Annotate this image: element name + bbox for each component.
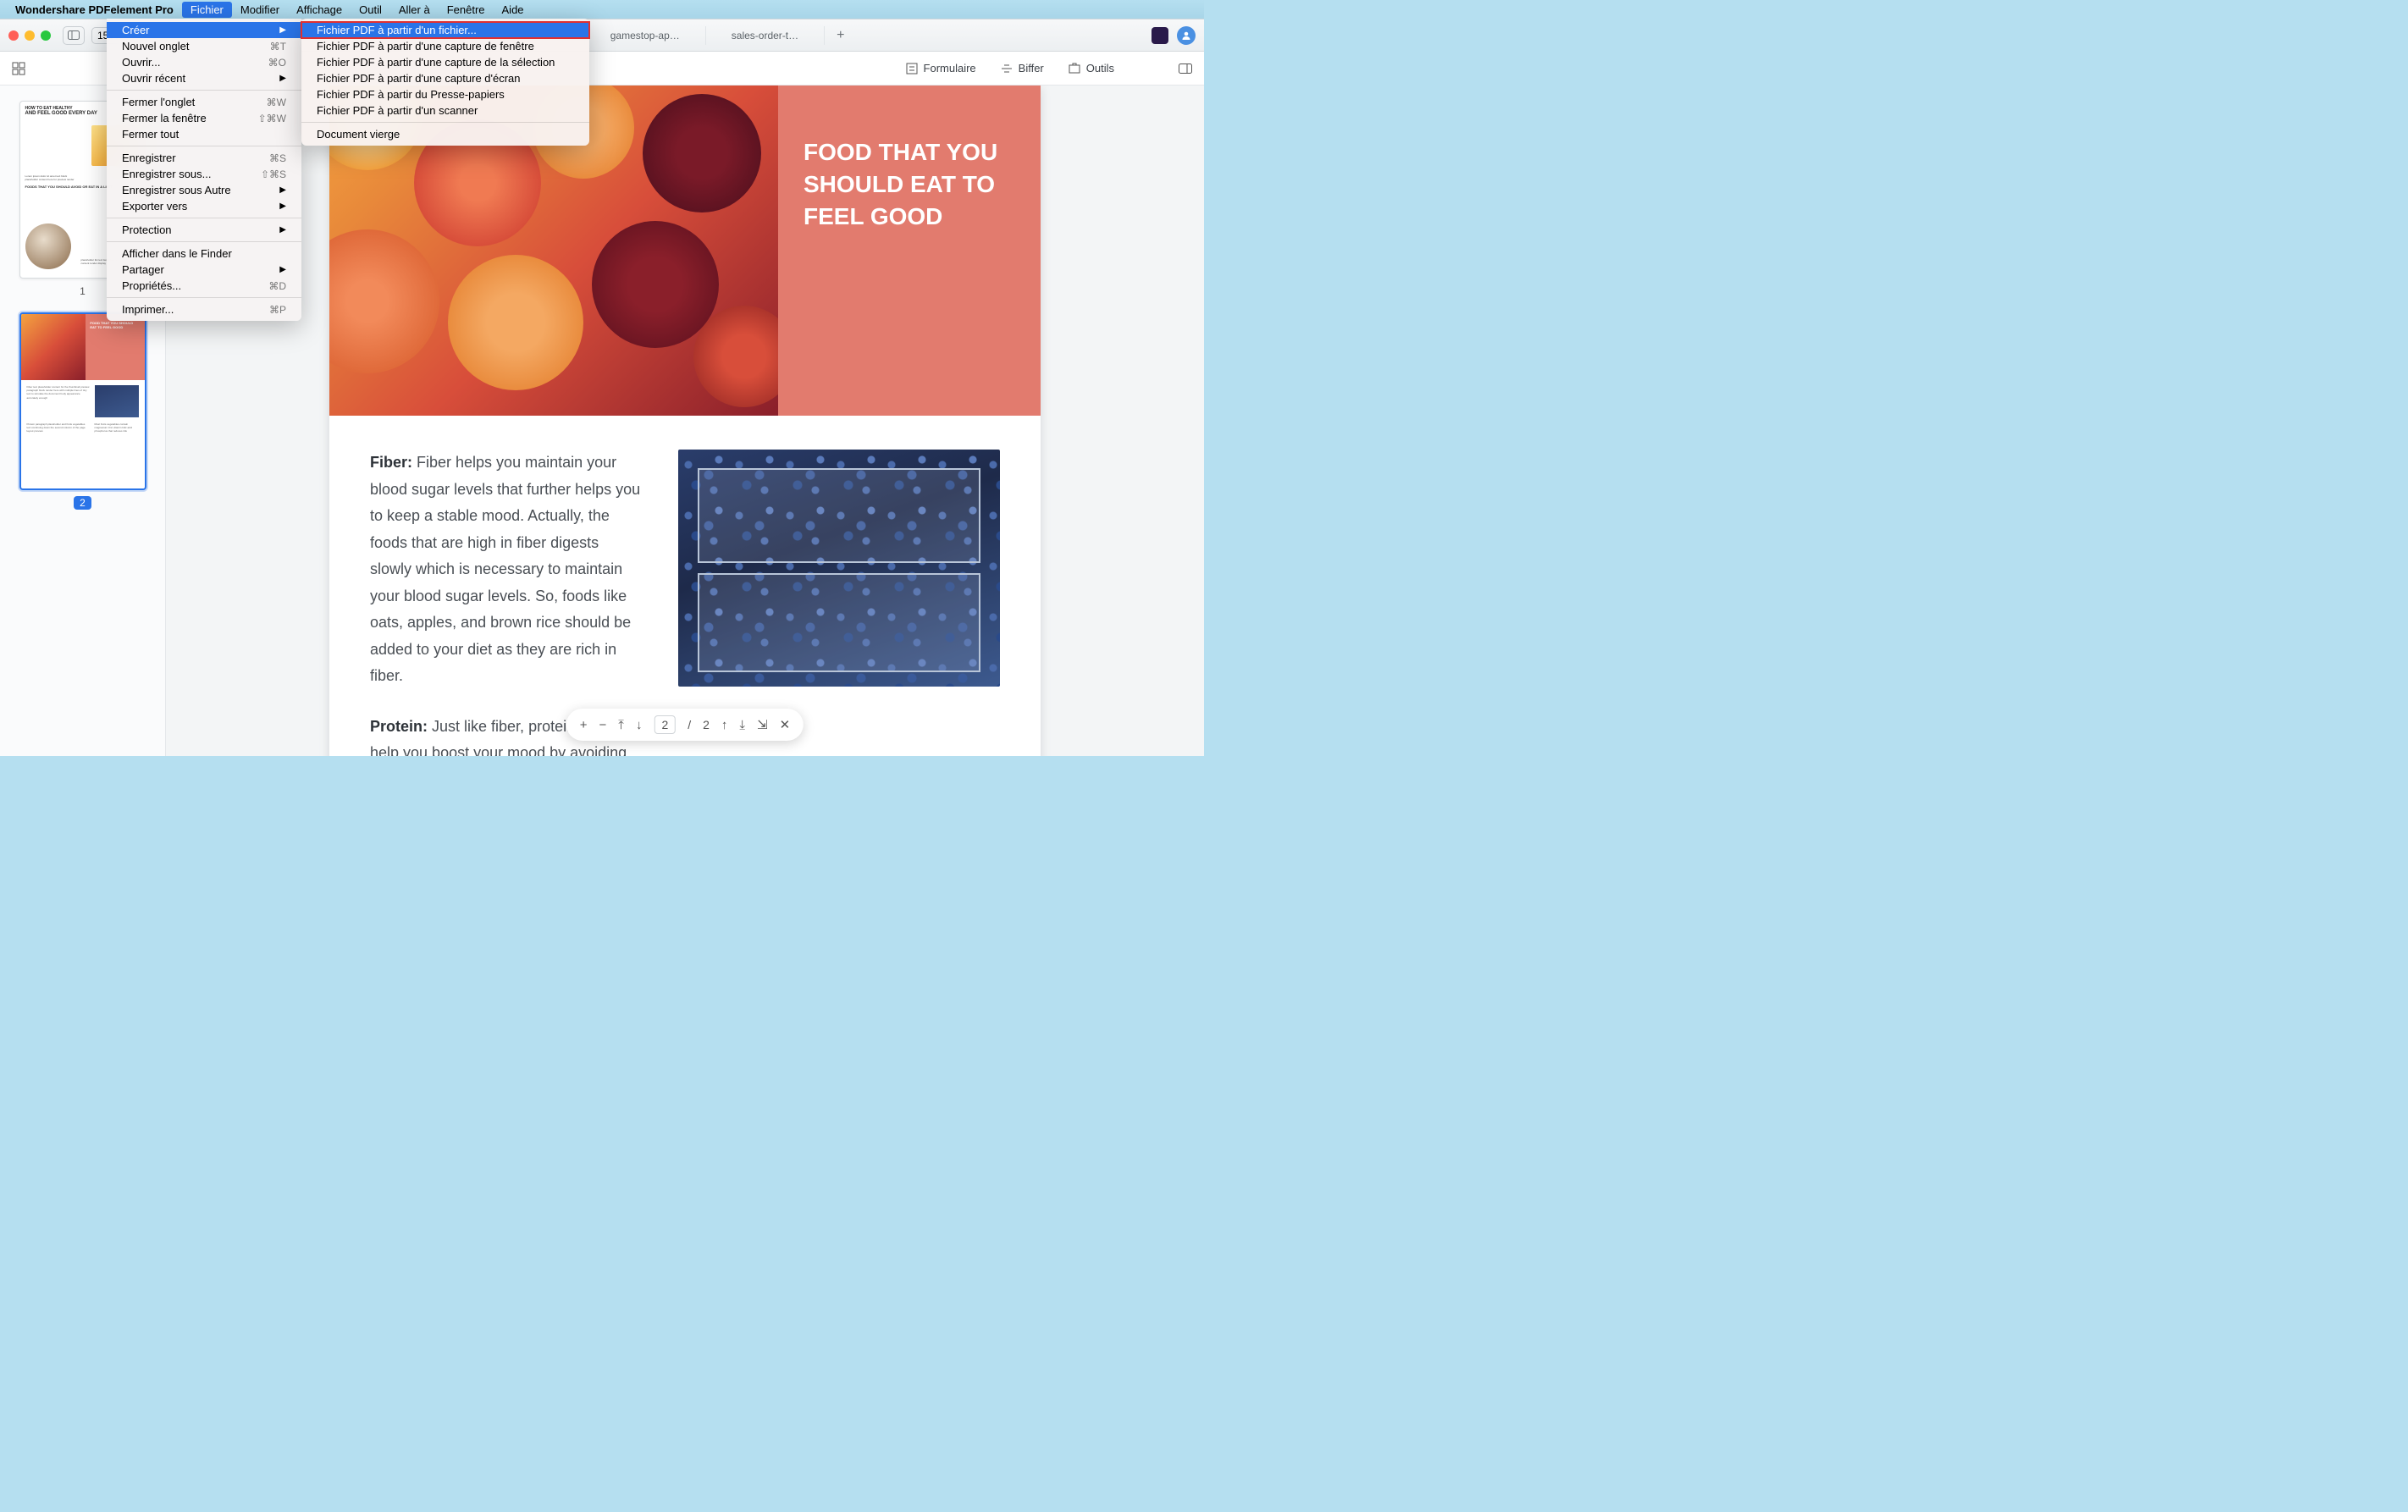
create-submenu: Fichier PDF à partir d'un fichier...Fich… [301,19,589,146]
file-menu-item[interactable]: Propriétés...⌘D [107,278,301,294]
file-menu-item[interactable]: Enregistrer⌘S [107,150,301,166]
user-avatar[interactable] [1177,26,1196,45]
menu-affichage[interactable]: Affichage [288,2,351,18]
sidebar-toggle-button[interactable] [63,26,85,45]
prev-page-button[interactable]: ↓ [636,718,643,732]
paragraph-fiber: Fiber: Fiber helps you maintain your blo… [370,450,644,690]
create-submenu-item[interactable]: Fichier PDF à partir d'une capture de fe… [301,38,589,54]
current-page-input[interactable]: 2 [654,715,676,734]
first-page-button[interactable]: ⤒ [618,718,624,732]
menu-fichier[interactable]: Fichier [182,2,232,18]
next-page-button[interactable]: ↑ [721,718,728,732]
document-canvas[interactable]: FOOD THAT YOU SHOULD EAT TO FEEL GOOD Fi… [166,86,1204,756]
file-menu-item[interactable]: Nouvel onglet⌘T [107,38,301,54]
file-menu-item[interactable]: Enregistrer sous Autre▶ [107,182,301,198]
file-menu: Créer▶Nouvel onglet⌘TOuvrir...⌘OOuvrir r… [107,19,301,321]
thumbnail-page-2[interactable]: FOOD THAT YOU SHOULD EAT TO FEEL GOOD Fi… [19,312,146,490]
file-menu-item[interactable]: Fermer tout [107,126,301,142]
file-menu-item[interactable]: Imprimer...⌘P [107,301,301,317]
formulaire-button[interactable]: Formulaire [905,62,976,75]
file-menu-item[interactable]: Ouvrir récent▶ [107,70,301,86]
menu-aller-a[interactable]: Aller à [390,2,439,18]
menubar: Wondershare PDFelement Pro Fichier Modif… [0,0,1204,19]
thumbnails-view-button[interactable] [12,62,25,75]
biffer-label: Biffer [1019,62,1044,74]
menu-fenetre[interactable]: Fenêtre [439,2,494,18]
file-menu-item[interactable]: Ouvrir...⌘O [107,54,301,70]
formulaire-label: Formulaire [924,62,976,74]
close-window-button[interactable] [8,30,19,41]
hero-title-block: FOOD THAT YOU SHOULD EAT TO FEEL GOOD [778,86,1041,416]
tab-4[interactable]: sales-order-t… [706,26,825,45]
file-menu-item[interactable]: Partager▶ [107,262,301,278]
create-submenu-item[interactable]: Fichier PDF à partir du Presse-papiers [301,86,589,102]
file-menu-item[interactable]: Afficher dans le Finder [107,246,301,262]
content-section: Fiber: Fiber helps you maintain your blo… [329,416,1041,756]
file-menu-item[interactable]: Fermer la fenêtre⇧⌘W [107,110,301,126]
tab-3[interactable]: gamestop-ap… [585,26,706,45]
menu-outil[interactable]: Outil [351,2,390,18]
create-submenu-item[interactable]: Fichier PDF à partir d'un scanner [301,102,589,119]
zoom-in-button[interactable]: + [580,718,588,732]
last-page-button[interactable]: ⤓ [739,718,745,732]
page-controls: + − ⤒ ↓ 2 / 2 ↑ ⤓ ⇲ ✕ [566,709,804,741]
hero-title: FOOD THAT YOU SHOULD EAT TO FEEL GOOD [804,136,1015,232]
menu-modifier[interactable]: Modifier [232,2,288,18]
app-badge-icon[interactable] [1152,27,1168,44]
file-menu-item[interactable]: Fermer l'onglet⌘W [107,94,301,110]
file-menu-item[interactable]: Enregistrer sous...⇧⌘S [107,166,301,182]
menu-aide[interactable]: Aide [494,2,533,18]
thumbnail-num-2: 2 [10,497,155,509]
maximize-window-button[interactable] [41,30,51,41]
outils-button[interactable]: Outils [1068,62,1114,75]
page-sep: / [688,718,691,731]
create-submenu-item[interactable]: Fichier PDF à partir d'une capture de la… [301,54,589,70]
page-2: FOOD THAT YOU SHOULD EAT TO FEEL GOOD Fi… [329,86,1041,756]
close-controls-button[interactable]: ✕ [780,717,791,732]
thumb1-sub: FOODS THAT YOU SHOULD AVOID OR EAT IN A … [25,185,113,189]
outils-label: Outils [1086,62,1114,74]
biffer-button[interactable]: Biffer [1000,62,1044,75]
thumb2-hero-text: FOOD THAT YOU SHOULD EAT TO FEEL GOOD [86,314,144,380]
zoom-out-button[interactable]: − [599,718,607,732]
fit-page-button[interactable]: ⇲ [757,717,768,732]
total-pages: 2 [703,718,710,731]
file-menu-item[interactable]: Protection▶ [107,222,301,238]
minimize-window-button[interactable] [25,30,35,41]
add-tab-button[interactable]: + [825,25,856,47]
window-controls [8,30,51,41]
panel-toggle-button[interactable] [1179,62,1192,75]
file-menu-item[interactable]: Créer▶ [107,22,301,38]
create-submenu-item[interactable]: Fichier PDF à partir d'un fichier... [301,22,589,38]
create-submenu-item[interactable]: Document vierge [301,126,589,142]
create-submenu-item[interactable]: Fichier PDF à partir d'une capture d'écr… [301,70,589,86]
file-menu-item[interactable]: Exporter vers▶ [107,198,301,214]
app-name[interactable]: Wondershare PDFelement Pro [15,3,174,16]
blueberries-photo [678,450,1000,687]
